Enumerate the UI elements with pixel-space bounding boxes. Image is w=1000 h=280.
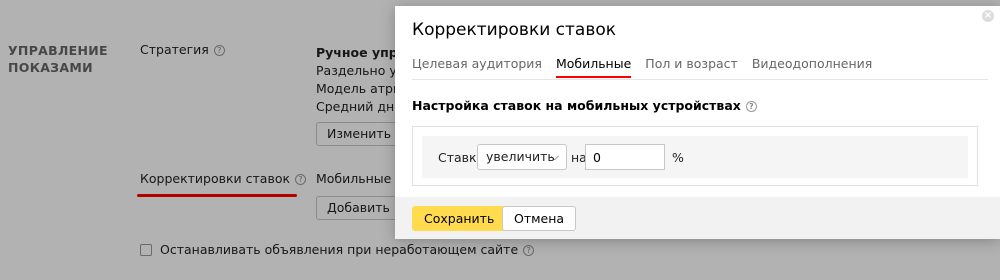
percent-label: % [672,150,684,165]
tab-gender-age[interactable]: Пол и возраст [645,56,738,78]
direction-select[interactable]: увеличить ⌵ [477,144,567,170]
modal-footer: Сохранить Отмена [395,197,1000,239]
chevron-down-icon: ⌵ [550,150,559,163]
mobile-settings-heading: Настройка ставок на мобильных устройства… [412,98,757,113]
bid-adjustments-modal: × Корректировки ставок Целевая аудитория… [395,6,1000,239]
modal-tabs: Целевая аудитория Мобильные Пол и возрас… [412,56,872,78]
save-button[interactable]: Сохранить [412,206,507,231]
mobile-setting-row: Ставка увеличить ⌵ на % [422,136,968,178]
help-icon[interactable]: ? [745,101,757,112]
direction-select-value: увеличить [486,149,555,164]
adjustment-value-input[interactable] [585,144,665,170]
cancel-button[interactable]: Отмена [502,206,577,231]
tab-target-audience[interactable]: Целевая аудитория [412,56,542,78]
mobile-settings-heading-text: Настройка ставок на мобильных устройства… [412,98,741,113]
tab-video-extensions[interactable]: Видеодополнения [752,56,872,78]
mobile-setting-box: Ставка увеличить ⌵ на % [412,126,978,186]
tab-mobile[interactable]: Мобильные [555,56,632,78]
tabs-divider [412,79,988,80]
modal-title: Корректировки ставок [412,20,617,40]
close-icon[interactable]: × [982,10,994,22]
